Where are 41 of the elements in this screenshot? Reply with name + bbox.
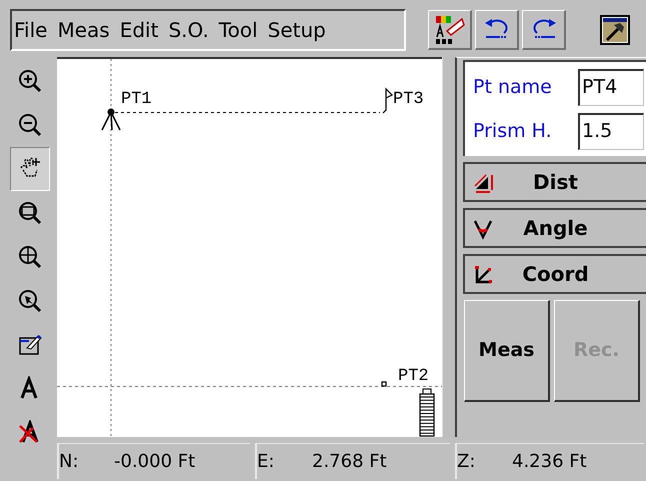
input-field[interactable]: PT4 <box>578 68 644 106</box>
point-label: PT1 <box>121 90 152 109</box>
hammer-icon <box>600 15 630 45</box>
zoom-window-icon <box>17 200 43 226</box>
tripod-icon <box>101 108 121 131</box>
point-label: PT2 <box>398 367 429 386</box>
redo-button[interactable] <box>522 10 566 50</box>
coordinate-value: 4.236 Ft <box>512 450 587 474</box>
input-field[interactable]: 1.5 <box>578 112 644 150</box>
menu-item[interactable]: Tool <box>218 20 258 40</box>
edit-icon <box>17 332 43 358</box>
menu-item[interactable]: Setup <box>268 20 326 40</box>
zoom-previous-icon <box>17 288 43 314</box>
zoom-extents-icon <box>17 244 43 270</box>
point-label: PT3 <box>393 90 424 109</box>
menu-item[interactable]: S.O. <box>168 20 209 40</box>
zoom-out-icon <box>17 112 43 138</box>
flag-icon <box>382 88 394 114</box>
mode-button[interactable]: Angle <box>463 208 646 248</box>
action-button[interactable]: Meas <box>464 300 550 402</box>
slope-icon <box>473 172 495 194</box>
coordinate-label: E: <box>257 450 276 474</box>
zoom-in-icon <box>17 68 43 94</box>
field-label: Prism H. <box>473 118 552 144</box>
mode-button[interactable]: Coord <box>463 254 646 294</box>
coordinate-label: N: <box>59 450 80 474</box>
mode-button[interactable]: Dist <box>463 162 646 202</box>
coordinate-value: 2.768 Ft <box>312 450 387 474</box>
menu-item[interactable]: Edit <box>120 20 158 40</box>
angle-icon <box>473 218 495 240</box>
field-label: Pt name <box>473 74 552 100</box>
menu-item[interactable]: Meas <box>57 20 110 40</box>
coordinate-icon <box>473 264 495 286</box>
coordinate-label: Z: <box>457 450 476 474</box>
palette-button[interactable] <box>428 10 472 50</box>
undo-button[interactable] <box>475 10 519 50</box>
menu-item[interactable]: File <box>14 20 48 40</box>
point-marker <box>381 381 387 387</box>
hand-tool-button[interactable] <box>10 147 50 191</box>
coordinate-value: -0.000 Ft <box>114 450 196 474</box>
palette-icon <box>434 14 464 44</box>
